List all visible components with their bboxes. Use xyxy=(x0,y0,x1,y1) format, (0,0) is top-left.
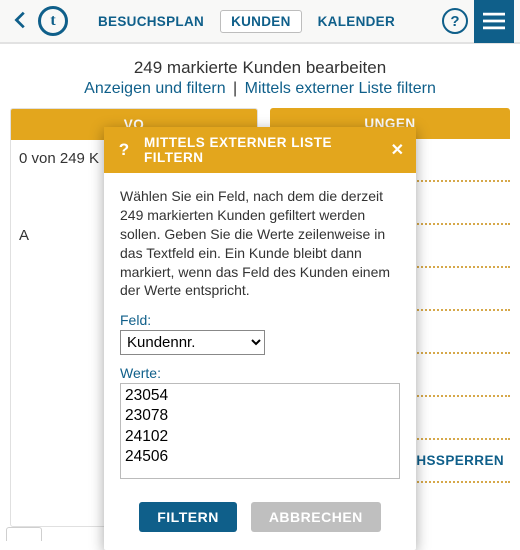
dialog-header: ? MITTELS EXTERNER LISTE FILTERN ✕ xyxy=(104,127,416,173)
nav-calendar[interactable]: KALENDER xyxy=(312,12,401,31)
back-icon[interactable] xyxy=(10,9,32,34)
dialog-description: Wählen Sie ein Feld, nach dem die derzei… xyxy=(120,187,400,300)
subheader-links: Anzeigen und filtern | Mittels externer … xyxy=(10,80,510,98)
help-icon[interactable]: ? xyxy=(442,8,468,34)
link-filter-external-list[interactable]: Mittels externer Liste filtern xyxy=(245,80,436,97)
values-label: Werte: xyxy=(120,365,400,381)
filter-button[interactable]: FILTERN xyxy=(139,502,237,532)
dialog-help-icon[interactable]: ? xyxy=(114,140,134,160)
dialog-title: MITTELS EXTERNER LISTE FILTERN xyxy=(144,135,379,165)
nav-customers[interactable]: KUNDEN xyxy=(220,10,302,33)
page-stub xyxy=(6,527,42,541)
top-nav: BESUCHSPLAN KUNDEN KALENDER xyxy=(92,10,401,33)
sub-header: 249 markierte Kunden bearbeiten Anzeigen… xyxy=(0,44,520,108)
app-logo-icon[interactable]: t xyxy=(38,6,68,36)
link-separator: | xyxy=(233,80,237,97)
hamburger-menu-button[interactable] xyxy=(474,0,514,43)
topbar-right: ? xyxy=(442,0,514,43)
nav-visit-plan[interactable]: BESUCHSPLAN xyxy=(92,12,210,31)
page-title: 249 markierte Kunden bearbeiten xyxy=(10,58,510,78)
filter-by-external-list-dialog: ? MITTELS EXTERNER LISTE FILTERN ✕ Wähle… xyxy=(104,127,416,550)
topbar-left: t xyxy=(10,6,68,36)
dialog-body: Wählen Sie ein Feld, nach dem die derzei… xyxy=(104,173,416,498)
values-textarea[interactable] xyxy=(120,383,400,479)
cancel-button[interactable]: ABBRECHEN xyxy=(251,502,381,532)
field-label: Feld: xyxy=(120,312,400,328)
field-select[interactable]: Kundennr. xyxy=(120,330,265,355)
hamburger-icon xyxy=(483,12,505,30)
top-bar: t BESUCHSPLAN KUNDEN KALENDER ? xyxy=(0,0,520,44)
dialog-footer: FILTERN ABBRECHEN xyxy=(104,498,416,550)
close-icon[interactable]: ✕ xyxy=(389,140,406,160)
link-show-and-filter[interactable]: Anzeigen und filtern xyxy=(84,80,225,97)
